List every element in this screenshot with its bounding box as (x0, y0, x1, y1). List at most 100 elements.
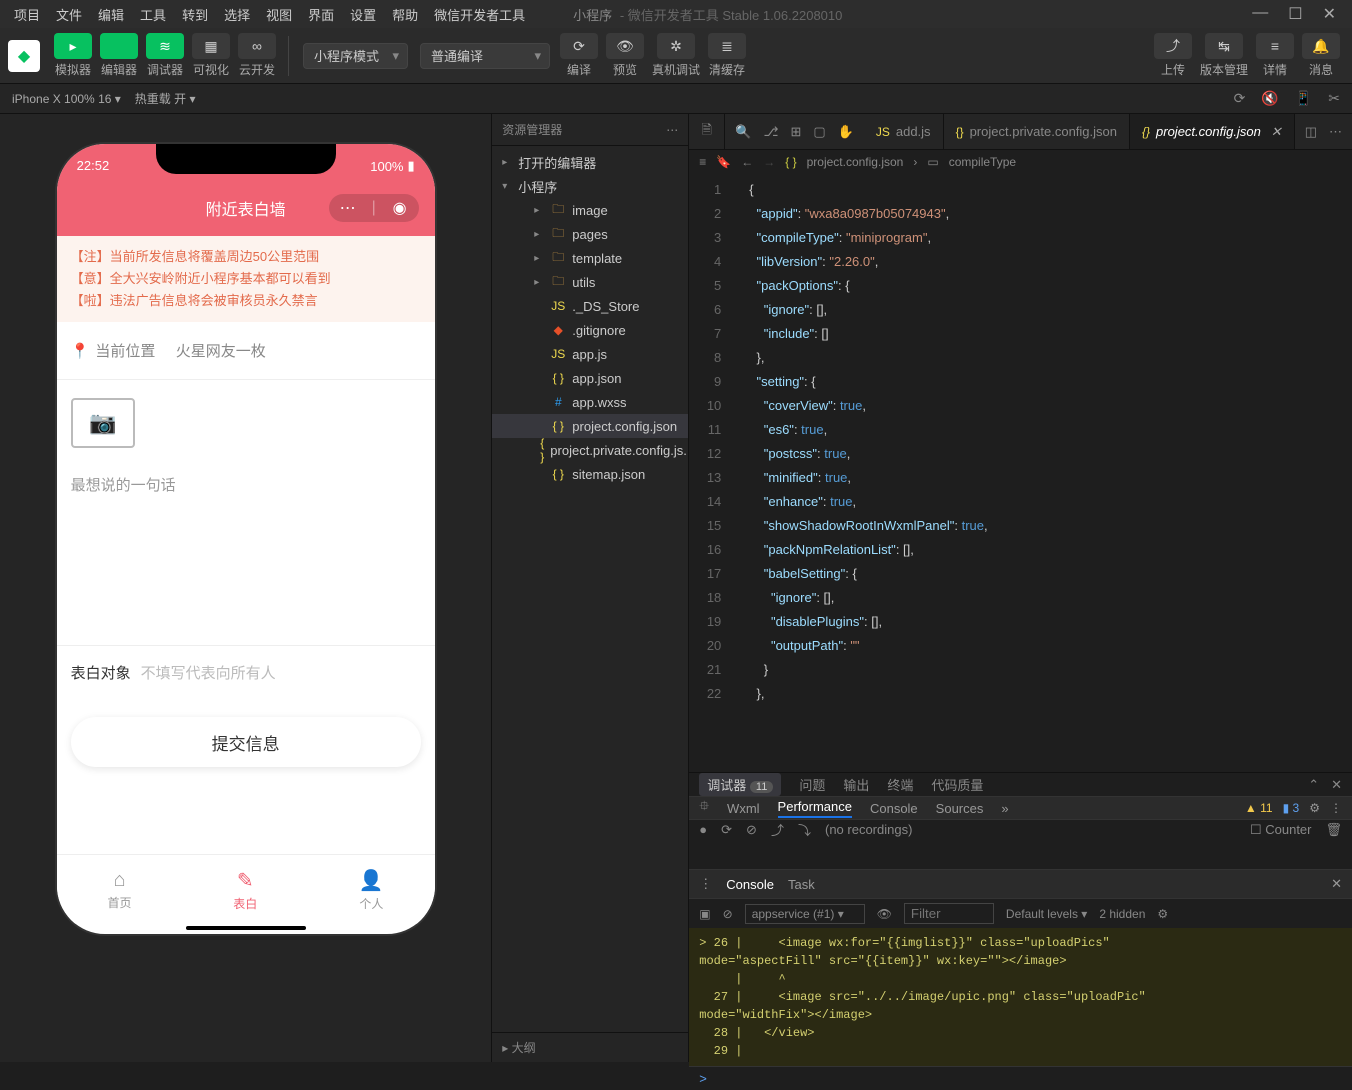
more-icon[interactable]: ⋮ (699, 876, 712, 892)
hand-icon[interactable]: ✋ (838, 124, 854, 140)
close-icon[interactable]: ✕ (1323, 4, 1336, 24)
drawer-tab-task[interactable]: Task (788, 877, 815, 892)
target-row[interactable]: 表白对象 不填写代表向所有人 (57, 645, 435, 699)
reload-select[interactable]: 热重载 开 ▾ (135, 90, 196, 107)
download-icon[interactable]: ⤵ (798, 820, 811, 839)
tree-folder[interactable]: ▸🗀pages (492, 222, 688, 246)
close-icon[interactable]: ✕ (1271, 124, 1282, 140)
tree-group[interactable]: ▾小程序 (492, 174, 688, 198)
breadcrumb-file[interactable]: project.config.json (807, 155, 904, 169)
record-icon[interactable]: ● (699, 822, 707, 837)
counter-checkbox[interactable]: ☐ Counter (1250, 822, 1312, 838)
more-icon[interactable]: ⋯ (1329, 124, 1342, 140)
devtab-wxml[interactable]: Wxml (727, 801, 760, 816)
more-icon[interactable]: ⋯ (666, 123, 678, 137)
tool-云开发[interactable]: ∞云开发 (238, 33, 276, 78)
tab-output[interactable]: 输出 (843, 775, 869, 794)
more-icon[interactable]: ⋮ (1330, 801, 1342, 815)
submit-button[interactable]: 提交信息 (71, 717, 421, 767)
console-output[interactable]: > 26 | <image wx:for="{{imglist}}" class… (689, 928, 1352, 1066)
menu-item[interactable]: 文件 (48, 5, 90, 24)
eye-icon[interactable]: 👁 (877, 907, 892, 921)
trash-icon[interactable]: 🗑 (1325, 822, 1342, 838)
clear-icon[interactable]: ⊘ (746, 822, 757, 838)
capsule-menu-icon[interactable]: ⋯ (335, 198, 361, 218)
console-prompt[interactable]: > (689, 1066, 1352, 1090)
branch-icon[interactable]: ⎇ (763, 124, 778, 140)
tool-可视化[interactable]: ▦可视化 (192, 33, 230, 78)
mute-icon[interactable]: 🔇 (1261, 90, 1278, 107)
outline-section[interactable]: ▸ 大纲 (492, 1032, 688, 1062)
tool-真机调试[interactable]: ✲真机调试 (652, 33, 700, 78)
tree-group[interactable]: ▸打开的编辑器 (492, 150, 688, 174)
tool-版本管理[interactable]: ↹版本管理 (1200, 33, 1248, 78)
mode-select[interactable]: 小程序模式 (303, 43, 408, 69)
tab-confess[interactable]: ✎表白 (233, 868, 257, 912)
menu-item[interactable]: 视图 (258, 5, 300, 24)
devtab-sources[interactable]: Sources (936, 801, 984, 816)
files-icon[interactable]: 🗎 (689, 114, 725, 149)
breadcrumb-symbol[interactable]: compileType (949, 155, 1016, 169)
context-select[interactable]: appservice (#1) ▾ (745, 904, 865, 924)
tree-file[interactable]: #app.wxss (492, 390, 688, 414)
tree-folder[interactable]: ▸🗀template (492, 246, 688, 270)
upload-area[interactable]: 📷 (57, 380, 435, 466)
warning-badge[interactable]: ▲ 11 (1245, 801, 1273, 815)
tool-编辑器[interactable]: 编辑器 (100, 33, 138, 78)
close-icon[interactable]: ✕ (1331, 876, 1342, 892)
tool-消息[interactable]: 🔔消息 (1302, 33, 1340, 78)
tab-quality[interactable]: 代码质量 (931, 775, 983, 794)
tool-调试器[interactable]: ≋调试器 (146, 33, 184, 78)
tab-debugger[interactable]: 调试器 11 (699, 773, 781, 796)
tab-problems[interactable]: 问题 (799, 775, 825, 794)
clear-icon[interactable]: ⊘ (723, 907, 733, 921)
menu-item[interactable]: 微信开发者工具 (426, 5, 533, 24)
fwd-icon[interactable]: → (763, 155, 775, 169)
search-icon[interactable]: 🔍 (735, 124, 751, 140)
compile-select[interactable]: 普通编译 (420, 43, 550, 69)
device-select[interactable]: iPhone X 100% 16 ▾ (12, 92, 121, 106)
menu-item[interactable]: 转到 (174, 5, 216, 24)
close-icon[interactable]: ✕ (1331, 777, 1342, 793)
back-icon[interactable]: ← (741, 155, 753, 169)
menu-item[interactable]: 设置 (342, 5, 384, 24)
tool-上传[interactable]: ⤴上传 (1154, 33, 1192, 78)
tree-folder[interactable]: ▸🗀utils (492, 270, 688, 294)
gear-icon[interactable]: ⚙ (1157, 907, 1168, 921)
camera-icon[interactable]: 📷 (71, 398, 135, 448)
levels-select[interactable]: Default levels ▾ (1006, 907, 1087, 921)
box-icon[interactable]: ▢ (813, 124, 825, 140)
hidden-count[interactable]: 2 hidden (1099, 907, 1145, 921)
more-tabs-icon[interactable]: » (1001, 801, 1008, 816)
menu-item[interactable]: 工具 (132, 5, 174, 24)
tool-详情[interactable]: ≡详情 (1256, 33, 1294, 78)
tree-folder[interactable]: ▸🗀image (492, 198, 688, 222)
tree-file[interactable]: JSapp.js (492, 342, 688, 366)
tree-file[interactable]: ◆.gitignore (492, 318, 688, 342)
tree-file[interactable]: { }app.json (492, 366, 688, 390)
tab-profile[interactable]: 👤个人 (359, 868, 384, 912)
menu-item[interactable]: 编辑 (90, 5, 132, 24)
minimize-icon[interactable]: — (1252, 4, 1268, 24)
tool-编译[interactable]: ⟳编译 (560, 33, 598, 78)
drawer-tab-console[interactable]: Console (726, 877, 774, 892)
editor-tab[interactable]: {}project.config.json✕ (1130, 114, 1295, 149)
bookmark-icon[interactable]: 🔖 (716, 155, 731, 169)
location-row[interactable]: 📍 当前位置 火星网友一枚 (57, 322, 435, 380)
tool-清缓存[interactable]: ≣清缓存 (708, 33, 746, 78)
gear-icon[interactable]: ⚙ (1309, 801, 1320, 815)
inspect-icon[interactable]: ⯐ (699, 797, 709, 819)
sidebar-icon[interactable]: ▣ (699, 907, 710, 921)
maximize-icon[interactable]: ☐ (1288, 4, 1302, 24)
filter-input[interactable] (904, 903, 994, 924)
tree-file[interactable]: { }sitemap.json (492, 462, 688, 486)
tool-预览[interactable]: 👁预览 (606, 33, 644, 78)
tree-file[interactable]: JS._DS_Store (492, 294, 688, 318)
info-badge[interactable]: ▮ 3 (1283, 801, 1300, 815)
refresh-icon[interactable]: ⟳ (1234, 90, 1246, 107)
menu-item[interactable]: 选择 (216, 5, 258, 24)
tree-file[interactable]: { }project.config.json (492, 414, 688, 438)
code-editor[interactable]: 12345678910111213141516171819202122 { "a… (689, 174, 1352, 772)
devtab-console[interactable]: Console (870, 801, 918, 816)
list-icon[interactable]: ≡ (699, 155, 706, 169)
